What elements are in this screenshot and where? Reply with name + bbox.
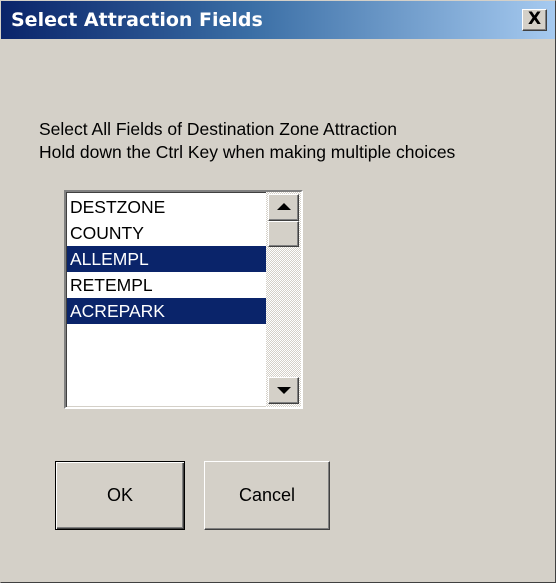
- vertical-scrollbar[interactable]: [266, 192, 301, 407]
- close-button[interactable]: X: [522, 9, 547, 31]
- list-item-retempl[interactable]: RETEMPL: [67, 272, 266, 298]
- list-item-acrepark[interactable]: ACREPARK: [67, 298, 266, 324]
- dialog-title: Select Attraction Fields: [11, 9, 263, 31]
- scrollbar-thumb[interactable]: [268, 221, 299, 247]
- arrow-down-icon: [277, 387, 291, 394]
- list-item-allempl[interactable]: ALLEMPL: [67, 246, 266, 272]
- instruction-line-1: Select All Fields of Destination Zone At…: [39, 119, 397, 139]
- cancel-button[interactable]: Cancel: [204, 461, 330, 530]
- list-item-county[interactable]: COUNTY: [67, 220, 266, 246]
- fields-listbox[interactable]: DESTZONE COUNTY ALLEMPL RETEMPL ACREPARK: [64, 190, 303, 409]
- select-attraction-fields-dialog: Select Attraction Fields X Select All Fi…: [0, 0, 556, 583]
- instruction-line-2: Hold down the Ctrl Key when making multi…: [39, 142, 456, 162]
- scroll-up-button[interactable]: [268, 194, 299, 221]
- ok-button[interactable]: OK: [55, 461, 185, 530]
- fields-list: DESTZONE COUNTY ALLEMPL RETEMPL ACREPARK: [67, 194, 266, 324]
- list-item-destzone[interactable]: DESTZONE: [67, 194, 266, 220]
- arrow-up-icon: [277, 203, 291, 210]
- title-bar[interactable]: Select Attraction Fields X: [1, 1, 555, 39]
- scroll-down-button[interactable]: [268, 377, 299, 404]
- close-icon: X: [527, 9, 542, 29]
